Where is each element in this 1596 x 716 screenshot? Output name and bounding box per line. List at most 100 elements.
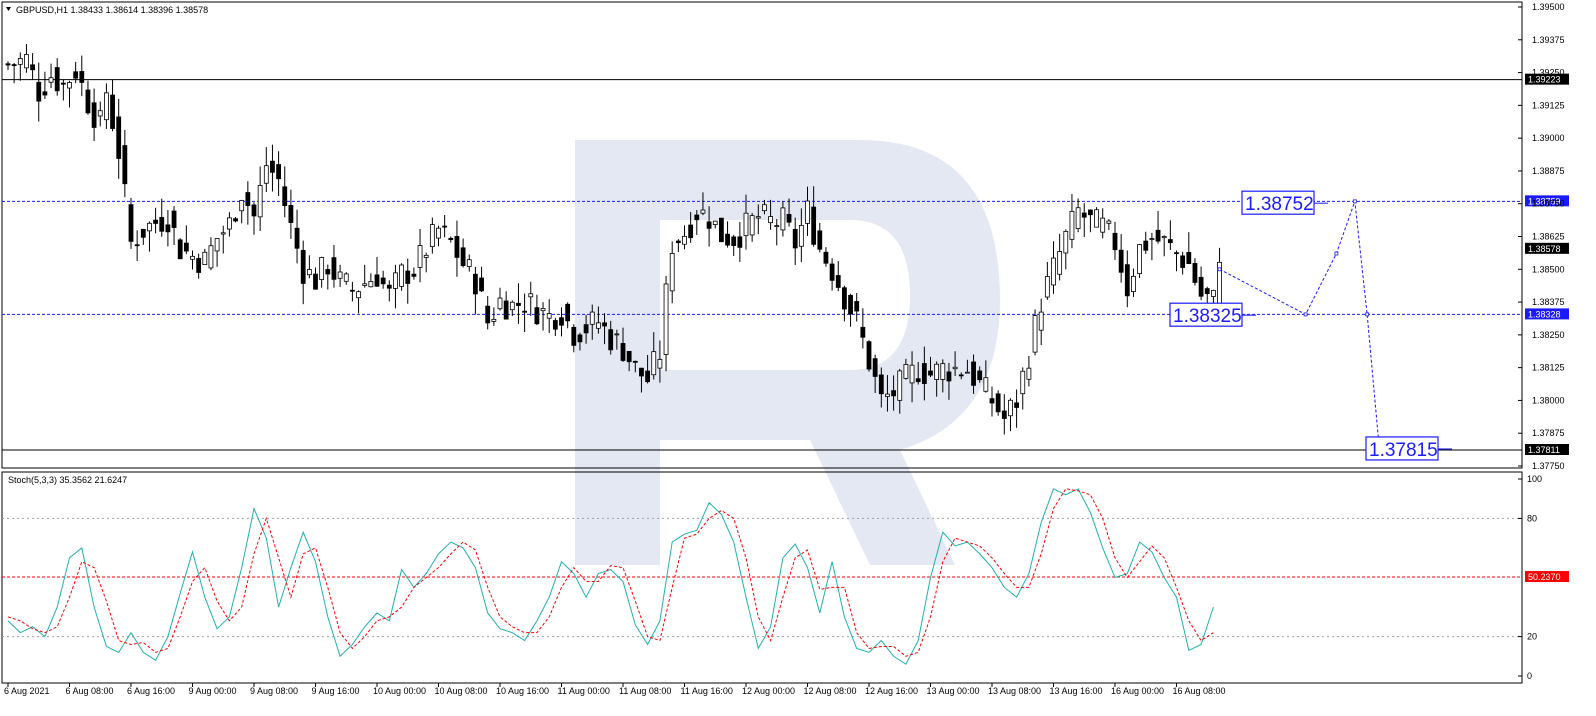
candle-body: [983, 377, 989, 392]
candle-body: [749, 215, 755, 236]
ohlc-values: 1.38433 1.38614 1.38396 1.38578: [71, 5, 209, 15]
candle-body: [226, 217, 232, 230]
candle-body: [552, 320, 558, 330]
candle-body: [171, 210, 177, 228]
price-tick-label: 1.37750: [1532, 461, 1565, 471]
stochastic-level-lines: 50.2370: [2, 517, 1569, 638]
candle-body: [356, 291, 361, 299]
candle-body: [565, 303, 571, 322]
candle-body: [411, 273, 417, 277]
candle-body: [97, 110, 103, 117]
trading-chart[interactable]: GBPUSD,H1 1.38433 1.38614 1.38396 1.3857…: [0, 0, 1596, 716]
candle-body: [48, 77, 54, 83]
stoch-tick-label: 0: [1527, 671, 1532, 681]
stoch-tick-label: 100: [1527, 474, 1542, 484]
candle-body: [1161, 236, 1167, 239]
forecast-point: [1217, 267, 1222, 272]
symbol-dropdown-icon[interactable]: [6, 7, 11, 11]
candle-body: [682, 235, 687, 245]
candle-body: [1204, 288, 1210, 295]
candle-body: [177, 239, 183, 260]
candle-body: [848, 294, 853, 315]
candle-body: [153, 219, 159, 224]
watermark-logo: [575, 140, 1000, 565]
candle-body: [331, 257, 337, 280]
price-tick-label: 1.39500: [1532, 2, 1565, 12]
candle-body: [24, 54, 29, 69]
price-tick-label: 1.38750: [1532, 199, 1565, 209]
candle-body: [509, 301, 515, 311]
candle-body: [657, 359, 663, 369]
time-tick-label: 6 Aug 08:00: [66, 686, 114, 696]
candle-body: [719, 217, 724, 243]
candle-body: [854, 301, 860, 312]
time-tick-label: 9 Aug 00:00: [189, 686, 237, 696]
candle-body: [608, 329, 614, 351]
candle-body: [1020, 370, 1026, 395]
stochastic-header: Stoch(5,3,3) 35.3562 21.6247: [8, 475, 127, 485]
candle-body: [159, 217, 165, 232]
time-tick-label: 6 Aug 16:00: [127, 686, 175, 696]
candle-body: [374, 274, 380, 287]
candle-body: [706, 221, 712, 229]
candle-body: [466, 259, 472, 267]
candle-body: [479, 277, 484, 292]
candle-body: [110, 94, 115, 129]
candle-body: [958, 374, 964, 377]
candle-body: [540, 308, 546, 312]
time-tick-label: 6 Aug 2021: [4, 686, 50, 696]
candle-body: [1057, 251, 1063, 275]
annotation-label: 1.37815: [1369, 440, 1438, 461]
time-tick-label: 9 Aug 08:00: [250, 686, 298, 696]
candle-body: [577, 334, 583, 343]
candle-body: [651, 351, 657, 376]
candle-body: [842, 287, 847, 310]
candle-body: [42, 91, 48, 96]
candle-body: [762, 204, 767, 212]
annotation-label: 1.38325: [1173, 306, 1242, 327]
time-tick-label: 16 Aug 08:00: [1173, 686, 1226, 696]
price-tick-label: 1.38125: [1532, 363, 1565, 373]
level-label: 1.38578: [1528, 244, 1561, 254]
candle-body: [122, 145, 128, 185]
candle-body: [485, 305, 491, 324]
price-tick-label: 1.39250: [1532, 68, 1565, 78]
price-tick-label: 1.39000: [1532, 133, 1565, 143]
candle-body: [196, 258, 202, 273]
candle-body: [522, 310, 527, 313]
candle-body: [626, 350, 632, 363]
time-tick-label: 10 Aug 00:00: [373, 686, 426, 696]
candle-body: [294, 227, 300, 249]
candle-body: [190, 255, 195, 260]
candle-body: [448, 237, 454, 240]
candle-body: [1131, 275, 1136, 293]
candle-body: [36, 81, 42, 102]
stoch-level-label: 50.2370: [1528, 572, 1561, 582]
candle-body: [300, 249, 306, 284]
candle-body: [257, 185, 263, 218]
candle-body: [202, 251, 208, 265]
candle-body: [995, 393, 1001, 413]
candle-body: [491, 318, 497, 322]
candle-body: [823, 251, 829, 264]
candle-body: [233, 218, 238, 222]
candle-body: [1063, 230, 1069, 254]
time-tick-label: 12 Aug 08:00: [804, 686, 857, 696]
candle-body: [774, 225, 780, 227]
time-tick-label: 11 Aug 08:00: [619, 686, 671, 696]
candle-body: [288, 205, 294, 223]
candle-body: [417, 245, 423, 268]
candle-body: [1149, 238, 1155, 240]
candle-body: [1143, 240, 1149, 251]
forecast-point: [1303, 312, 1308, 317]
candle-body: [116, 116, 122, 159]
candle-body: [1038, 311, 1044, 331]
watermark-r-shape: [575, 140, 1000, 565]
candle-body: [934, 363, 940, 380]
time-tick-label: 13 Aug 16:00: [1050, 686, 1103, 696]
candle-body: [903, 364, 909, 379]
candle-body: [429, 224, 435, 247]
candle-body: [1118, 249, 1124, 273]
candle-body: [645, 370, 650, 383]
candle-body: [940, 363, 946, 380]
